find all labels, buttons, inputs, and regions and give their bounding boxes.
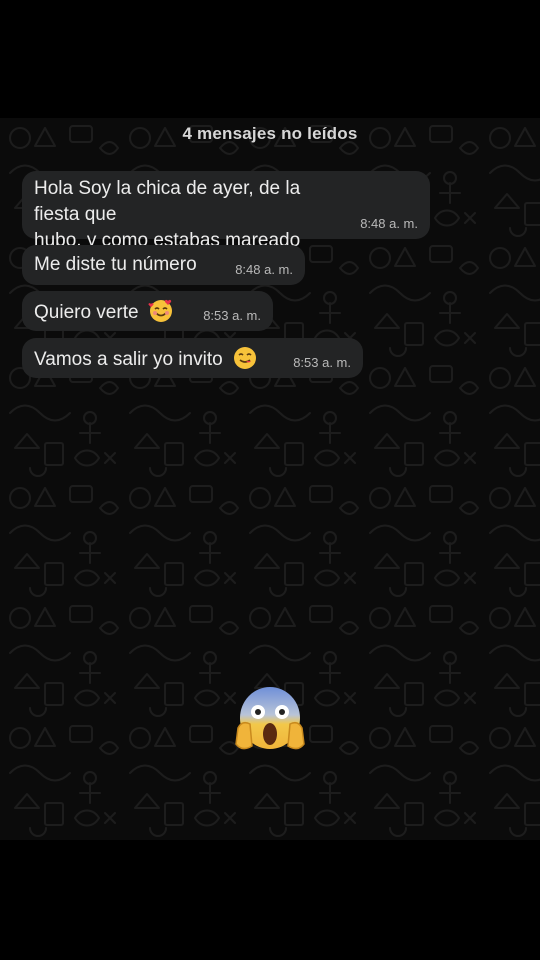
message-bubble[interactable]: Quiero verte 8:53 a. m. <box>22 291 273 331</box>
smiling-face-with-hearts-icon <box>148 298 174 324</box>
message-text: Vamos a salir yo invito <box>34 349 223 370</box>
face-savoring-food-icon <box>232 345 258 371</box>
message-timestamp: 8:48 a. m. <box>360 216 418 231</box>
message-bubble[interactable]: Hola Soy la chica de ayer, de la fiesta … <box>22 171 430 251</box>
unread-messages-banner: 4 mensajes no leídos <box>182 124 358 143</box>
message-bubble[interactable]: Vamos a salir yo invito 8:53 a. m. <box>22 338 363 378</box>
face-screaming-in-fear-icon <box>234 684 306 756</box>
chat-area[interactable]: 4 mensajes no leídos Hola Soy la chica d… <box>0 118 540 840</box>
message-timestamp: 8:53 a. m. <box>293 355 351 370</box>
message-text: Quiero verte <box>34 302 139 323</box>
message-bubble[interactable]: Me diste tu número 8:48 a. m. <box>22 245 305 285</box>
message-text: Hola Soy la chica de ayer, de la fiesta … <box>34 178 301 251</box>
message-timestamp: 8:53 a. m. <box>203 308 261 323</box>
phone-screen: 4 mensajes no leídos Hola Soy la chica d… <box>0 0 540 960</box>
message-timestamp: 8:48 a. m. <box>235 262 293 277</box>
